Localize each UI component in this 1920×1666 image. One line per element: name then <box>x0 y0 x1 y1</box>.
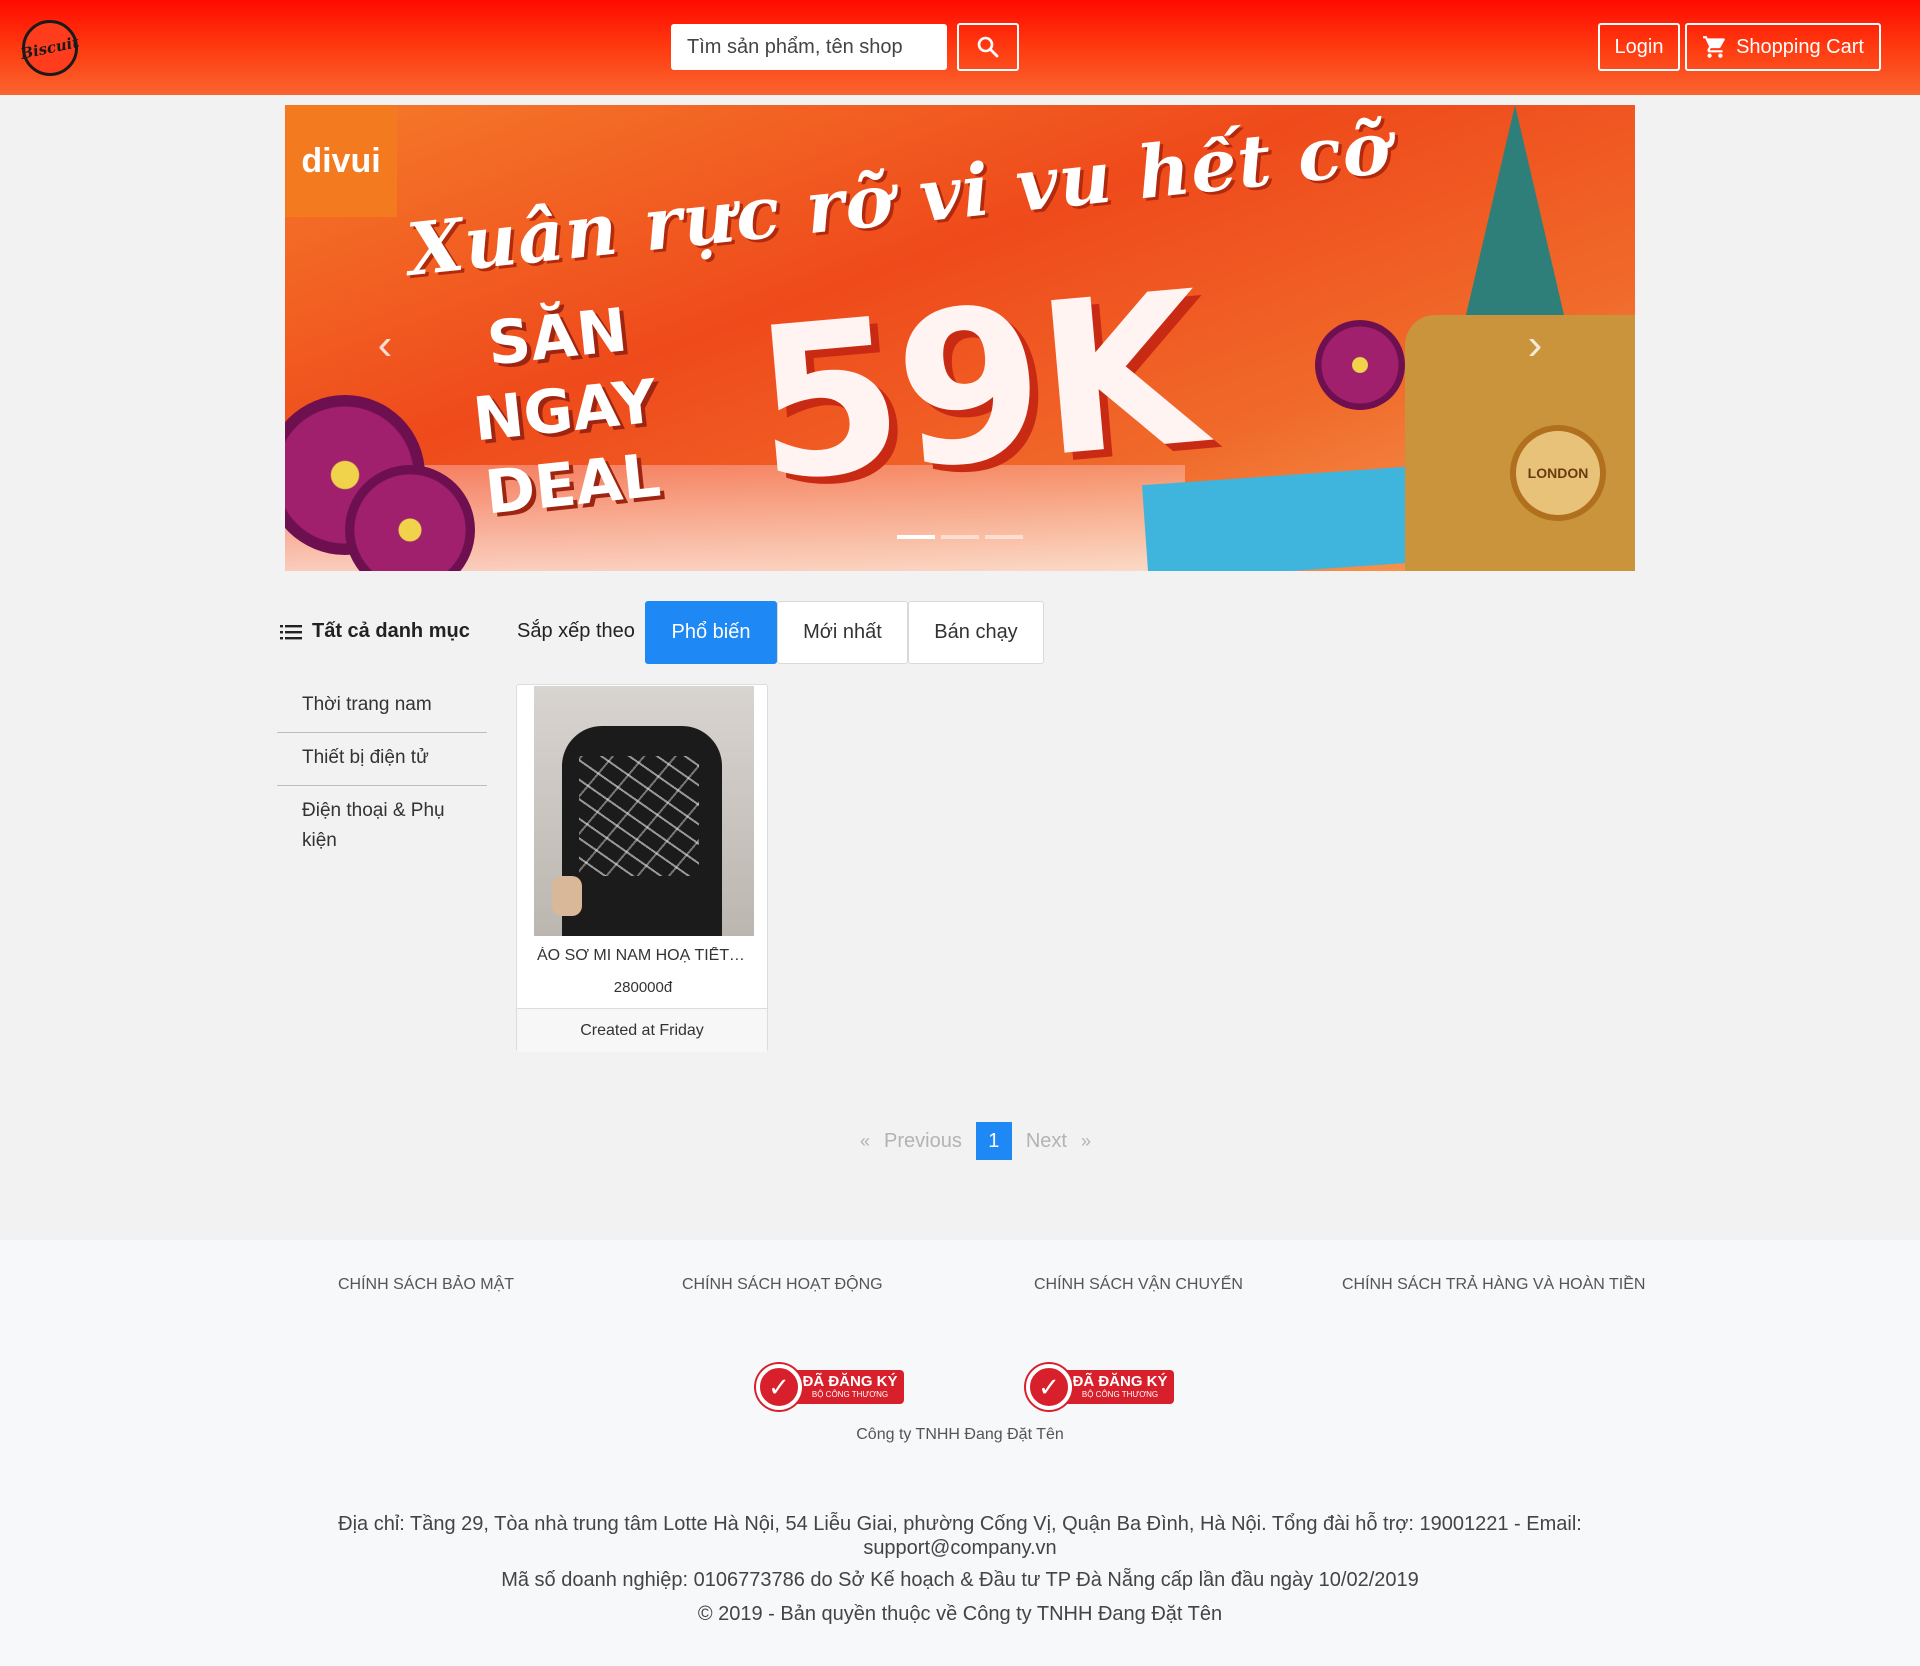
category-item[interactable]: Điện thoại & Phụ kiện <box>277 786 487 868</box>
registered-badge[interactable]: ✓ ĐÃ ĐĂNG KÝ BỘ CÔNG THƯƠNG <box>756 1364 904 1410</box>
carousel-dot[interactable] <box>985 535 1023 539</box>
pagination-current-page[interactable]: 1 <box>975 1122 1012 1160</box>
banner-brand-logo: divui <box>285 105 397 217</box>
registered-badge[interactable]: ✓ ĐÃ ĐĂNG KÝ BỘ CÔNG THƯƠNG <box>1026 1364 1174 1410</box>
company-name: Công ty TNHH Đang Đặt Tên <box>856 1426 1064 1443</box>
shirt-pattern-graphic <box>579 756 699 876</box>
check-icon: ✓ <box>756 1364 802 1410</box>
company-address: Địa chỉ: Tầng 29, Tòa nhà trung tâm Lott… <box>338 1513 1582 1559</box>
sort-label: Sắp xếp theo <box>517 620 635 642</box>
policy-link-privacy[interactable]: CHÍNH SÁCH BẢO MẬT <box>338 1276 514 1294</box>
category-item[interactable]: Thiết bị điện tử <box>277 733 487 786</box>
sort-popular-button[interactable]: Phổ biến <box>645 601 777 664</box>
category-item[interactable]: Thời trang nam <box>277 680 487 733</box>
registered-badge-subtitle: BỘ CÔNG THƯƠNG <box>811 1390 889 1399</box>
product-image[interactable] <box>534 686 754 936</box>
copyright: © 2019 - Bản quyền thuộc về Công ty TNHH… <box>697 1603 1223 1625</box>
top-header: Biscuit Login Shopping Cart <box>0 0 1920 95</box>
carousel-dot[interactable] <box>941 535 979 539</box>
search-input[interactable] <box>671 24 947 70</box>
shop-logo[interactable]: Biscuit <box>19 20 81 76</box>
pagination-prev-symbol[interactable]: « <box>860 1131 870 1152</box>
registered-badge-text: ĐÃ ĐĂNG KÝ BỘ CÔNG THƯƠNG <box>1066 1370 1174 1404</box>
registered-badge-title: ĐÃ ĐĂNG KÝ <box>1072 1373 1168 1390</box>
check-icon: ✓ <box>1026 1364 1072 1410</box>
london-badge: LONDON <box>1510 425 1606 521</box>
sort-bestseller-button[interactable]: Bán chạy <box>908 601 1044 664</box>
product-name[interactable]: ÁO SƠ MI NAM HOẠ TIẾT CÔNG THỨC <box>517 947 769 965</box>
policy-link-shipping[interactable]: CHÍNH SÁCH VẬN CHUYỂN <box>1034 1276 1243 1294</box>
search-icon <box>977 36 999 58</box>
login-button[interactable]: Login <box>1598 23 1680 71</box>
shopping-cart-button[interactable]: Shopping Cart <box>1685 23 1881 71</box>
search-button[interactable] <box>957 23 1019 71</box>
category-heading: Tất cả danh mục <box>280 620 470 643</box>
product-price: 280000đ <box>613 979 673 996</box>
business-registration: Mã số doanh nghiệp: 0106773786 do Sở Kế … <box>501 1569 1419 1591</box>
category-heading-label: Tất cả danh mục <box>312 620 470 642</box>
logo-text: Biscuit <box>19 33 81 63</box>
carousel-next-arrow[interactable]: › <box>1515 315 1555 375</box>
banner-price: 59K <box>745 246 1208 529</box>
policy-link-returns[interactable]: CHÍNH SÁCH TRẢ HÀNG VÀ HOÀN TIỀN <box>1342 1276 1645 1294</box>
product-card[interactable]: ÁO SƠ MI NAM HOẠ TIẾT CÔNG THỨC 280000đ … <box>516 684 769 1052</box>
promo-banner-carousel[interactable]: LONDON divui Xuân rực rỡ vi vu hết cỡ SĂ… <box>285 105 1635 571</box>
carousel-indicators <box>897 535 1023 539</box>
policy-link-operation[interactable]: CHÍNH SÁCH HOẠT ĐỘNG <box>682 1276 883 1294</box>
flower-decoration <box>1315 320 1405 410</box>
registered-badge-subtitle: BỘ CÔNG THƯƠNG <box>1081 1390 1159 1399</box>
cart-icon <box>1703 36 1725 58</box>
category-list: Thời trang nam Thiết bị điện tử Điện tho… <box>277 680 487 868</box>
pagination: « Previous 1 Next » <box>860 1122 1091 1160</box>
site-footer: CHÍNH SÁCH BẢO MẬT CHÍNH SÁCH HOẠT ĐỘNG … <box>0 1240 1920 1666</box>
hand-graphic <box>552 876 582 916</box>
pagination-previous[interactable]: Previous <box>884 1130 962 1153</box>
banner-cta: SĂN NGAY DEAL <box>470 295 664 529</box>
carousel-dot[interactable] <box>897 535 935 539</box>
pagination-next[interactable]: Next <box>1026 1130 1067 1153</box>
registered-badge-title: ĐÃ ĐĂNG KÝ <box>802 1373 898 1390</box>
carousel-prev-arrow[interactable]: ‹ <box>365 315 405 375</box>
product-created-date: Created at Friday <box>517 1008 767 1052</box>
registered-badge-text: ĐÃ ĐĂNG KÝ BỘ CÔNG THƯƠNG <box>796 1370 904 1404</box>
sort-newest-button[interactable]: Mới nhất <box>777 601 908 664</box>
list-icon <box>280 624 302 639</box>
pagination-next-symbol[interactable]: » <box>1081 1131 1091 1152</box>
cart-label: Shopping Cart <box>1736 35 1864 58</box>
banner-headline: Xuân rực rỡ vi vu hết cỡ <box>403 105 1396 293</box>
